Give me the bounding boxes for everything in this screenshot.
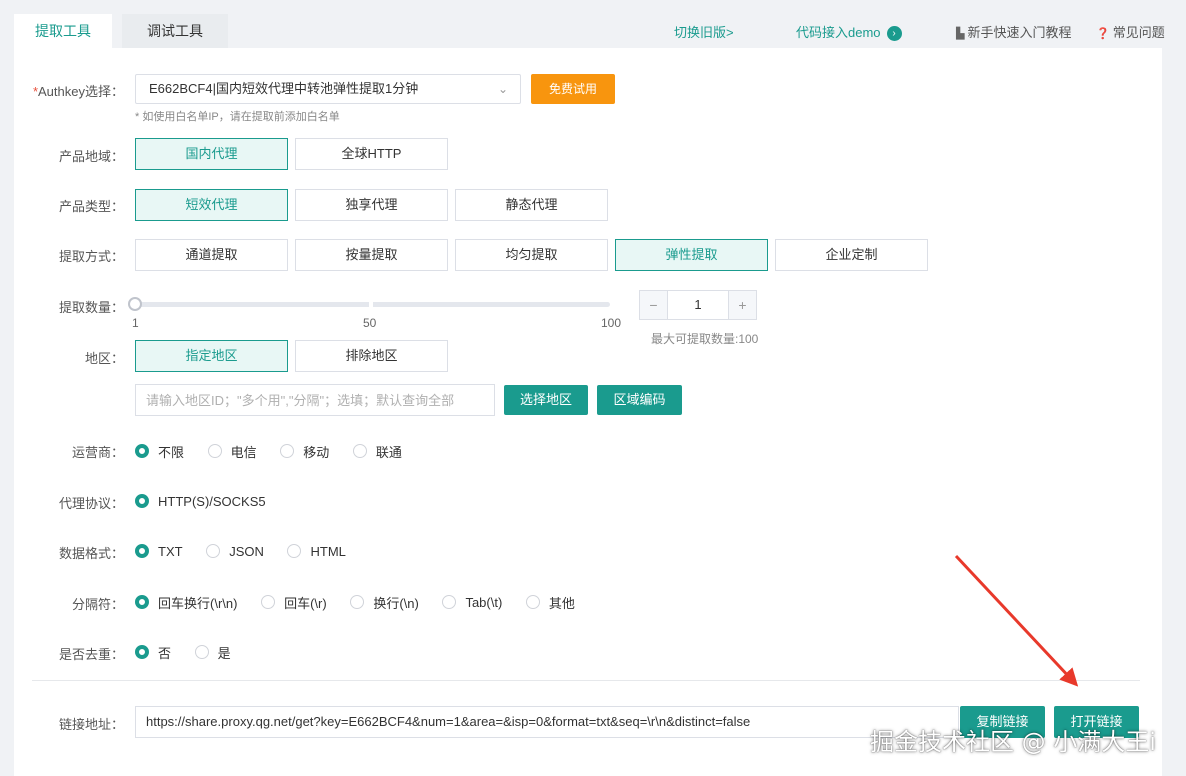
isp-radio-unicom[interactable]: 联通: [352, 441, 402, 461]
dedupe-radio-yes[interactable]: 是: [194, 642, 231, 662]
separator-radio-lf[interactable]: 换行(\n): [350, 592, 419, 612]
tab-extract-tool[interactable]: 提取工具: [14, 14, 112, 48]
quantity-stepper: − 1 +: [639, 290, 757, 320]
tutorial-link[interactable]: ▙ 新手快速入门教程: [956, 22, 1071, 41]
form-divider: [32, 680, 1140, 681]
isp-label: 运营商：: [71, 445, 124, 460]
link-label: 链接地址：: [58, 717, 124, 732]
slider-max-label: 100: [601, 316, 622, 330]
region-label: 产品地域：: [58, 149, 124, 164]
decrement-button[interactable]: −: [640, 291, 668, 319]
protocol-radio-group: HTTP(S)/SOCKS5: [135, 491, 286, 511]
slider-min-label: 1: [132, 316, 139, 330]
quantity-value[interactable]: 1: [668, 291, 728, 319]
quantity-slider-stop: [369, 301, 373, 308]
separator-radio-group: 回车换行(\r\n) 回车(\r) 换行(\n) Tab(\t) 其他: [135, 592, 595, 612]
whitelist-hint: * 如使用白名单IP，请在提取前添加白名单: [135, 111, 340, 123]
separator-radio-cr[interactable]: 回车(\r): [261, 592, 327, 612]
separator-radio-tab[interactable]: Tab(\t): [442, 592, 502, 612]
format-radio-json[interactable]: JSON: [206, 541, 264, 561]
extract-method-label: 提取方式：: [58, 249, 124, 264]
tutorial-label: 新手快速入门教程: [967, 25, 1072, 40]
area-id-input[interactable]: [135, 384, 495, 416]
extract-form-panel: *Authkey选择： E662BCF4|国内短效代理中转池弹性提取1分钟 ⌄ …: [14, 48, 1162, 776]
generated-url-field[interactable]: https://share.proxy.qg.net/get?key=E662B…: [135, 706, 959, 738]
dedupe-label: 是否去重：: [58, 647, 124, 662]
dedupe-radio-group: 否 是: [135, 642, 251, 662]
product-type-static[interactable]: 静态代理: [455, 189, 608, 221]
protocol-radio-http-socks5[interactable]: HTTP(S)/SOCKS5: [135, 491, 266, 511]
chevron-down-icon: ⌄: [497, 82, 508, 96]
extract-method-by-volume[interactable]: 按量提取: [295, 239, 448, 271]
format-radio-group: TXT JSON HTML: [135, 541, 366, 561]
region-option-global-http[interactable]: 全球HTTP: [295, 138, 448, 170]
top-bar: 提取工具 调试工具 切换旧版> 代码接入demo › ▙ 新手快速入门教程 ❓ 常见问…: [0, 0, 1186, 48]
area-label: 地区：: [84, 351, 124, 366]
product-type-label: 产品类型：: [58, 199, 124, 214]
slider-mid-label: 50: [363, 316, 377, 330]
watermark-text: 掘金技术社区 @ 小满大王i: [870, 728, 1156, 756]
isp-radio-mobile[interactable]: 移动: [280, 441, 329, 461]
area-code-button[interactable]: 区域编码: [597, 385, 682, 415]
book-icon: ▙: [956, 28, 965, 40]
choose-area-button[interactable]: 选择地区: [504, 385, 588, 415]
format-radio-txt[interactable]: TXT: [135, 541, 183, 561]
tab-debug-tool[interactable]: 调试工具: [122, 14, 228, 48]
separator-label: 分隔符：: [71, 597, 124, 612]
product-type-exclusive[interactable]: 独享代理: [295, 189, 448, 221]
quantity-slider-handle[interactable]: [128, 297, 142, 311]
extract-method-enterprise[interactable]: 企业定制: [775, 239, 928, 271]
extract-method-elastic[interactable]: 弹性提取: [615, 239, 768, 271]
arrow-right-circle-icon: ›: [886, 26, 902, 42]
isp-radio-any[interactable]: 不限: [135, 441, 184, 461]
authkey-selected-value: E662BCF4|国内短效代理中转池弹性提取1分钟: [149, 81, 419, 96]
code-demo-link[interactable]: 代码接入demo ›: [796, 22, 902, 42]
faq-link[interactable]: ❓ 常见问题: [1096, 22, 1165, 41]
format-radio-html[interactable]: HTML: [287, 541, 346, 561]
region-option-domestic[interactable]: 国内代理: [135, 138, 288, 170]
format-label: 数据格式：: [58, 546, 124, 561]
isp-radio-telecom[interactable]: 电信: [207, 441, 257, 461]
authkey-label: *Authkey选择：: [32, 84, 124, 99]
extract-method-uniform[interactable]: 均匀提取: [455, 239, 608, 271]
question-chat-icon: ❓: [1096, 28, 1110, 40]
free-trial-button[interactable]: 免费试用: [531, 74, 615, 104]
product-type-short[interactable]: 短效代理: [135, 189, 288, 221]
quantity-label: 提取数量：: [58, 300, 124, 315]
switch-old-version-link[interactable]: 切换旧版>: [674, 22, 734, 41]
protocol-label: 代理协议：: [58, 496, 124, 511]
authkey-select[interactable]: E662BCF4|国内短效代理中转池弹性提取1分钟 ⌄: [135, 74, 521, 104]
max-quantity-note: 最大可提取数量:100: [651, 332, 759, 346]
code-demo-label: 代码接入demo: [796, 25, 881, 40]
dedupe-radio-no[interactable]: 否: [135, 642, 171, 662]
isp-radio-group: 不限 电信 移动 联通: [135, 441, 422, 461]
area-option-exclude[interactable]: 排除地区: [295, 340, 448, 372]
separator-radio-other[interactable]: 其他: [525, 592, 575, 612]
faq-label: 常见问题: [1112, 25, 1165, 40]
increment-button[interactable]: +: [728, 291, 756, 319]
extract-method-channel[interactable]: 通道提取: [135, 239, 288, 271]
area-option-specify[interactable]: 指定地区: [135, 340, 288, 372]
separator-radio-crlf[interactable]: 回车换行(\r\n): [135, 592, 237, 612]
